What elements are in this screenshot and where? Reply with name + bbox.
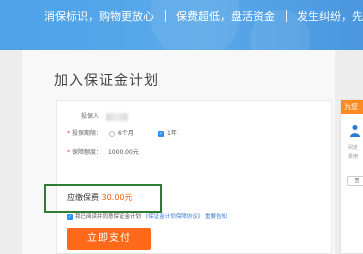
period-option-1-year[interactable]: 1年	[167, 129, 177, 139]
pay-now-button[interactable]: 立即支付	[67, 228, 151, 250]
period-option-6-months[interactable]: 6个月	[118, 129, 134, 139]
required-asterisk: *	[67, 130, 70, 137]
period-label-row: * 投保期限：	[67, 129, 102, 139]
premium-due-row: 应缴保费 30.00元	[67, 192, 132, 204]
page-title: 加入保证金计划	[54, 73, 159, 89]
period-label: 投保期限：	[72, 130, 103, 137]
period-radio-6-months[interactable]	[109, 131, 115, 137]
coverage-value: 1000.00元	[108, 149, 139, 156]
top-banner: 消保标识，购物更放心 保费超低，盘活资金 发生纠纷，先行赔	[0, 0, 363, 50]
premium-due-amount: 30.00元	[101, 193, 133, 202]
premium-due-label: 应缴保费	[67, 193, 99, 202]
agree-checkbox[interactable]: ✓	[67, 214, 73, 220]
required-asterisk: *	[67, 149, 70, 156]
insurer-label: 投保人	[81, 113, 100, 120]
side-text-line: 费用	[348, 154, 359, 160]
banner-divider	[164, 10, 166, 22]
notice-link[interactable]: 重要告知	[205, 214, 227, 220]
banner-slogan: 消保标识，购物更放心	[44, 10, 154, 23]
side-text: 闲定 费用	[348, 144, 363, 162]
banner-slogans: 消保标识，购物更放心 保费超低，盘活资金 发生纠纷，先行赔	[44, 9, 363, 25]
coverage-label-row: * 保障额度：	[67, 148, 102, 158]
banner-decoration	[150, 0, 240, 50]
insurer-name-blurred	[106, 113, 128, 121]
agreement-row: 我已阅读并同意保证金计划 《保证金计划保障协议》 重要告知	[75, 212, 227, 222]
person-icon	[348, 124, 362, 141]
side-text-line: 闲定	[348, 145, 359, 151]
coverage-label: 保障额度：	[72, 149, 103, 156]
banner-slogan: 发生纠纷，先行赔	[297, 10, 363, 23]
agreement-link[interactable]: 《保证金计划保障协议》	[143, 214, 204, 220]
banner-divider	[285, 10, 287, 22]
side-promo-card: 为您 闲定 费用 查	[340, 99, 363, 254]
side-view-button[interactable]: 查	[347, 176, 363, 186]
banner-slogan: 保费超低，盘活资金	[176, 10, 275, 23]
side-tag: 为您	[341, 100, 363, 114]
period-checkbox-1-year[interactable]: ✓	[158, 131, 164, 137]
agree-text: 我已阅读并同意保证金计划	[75, 214, 142, 220]
